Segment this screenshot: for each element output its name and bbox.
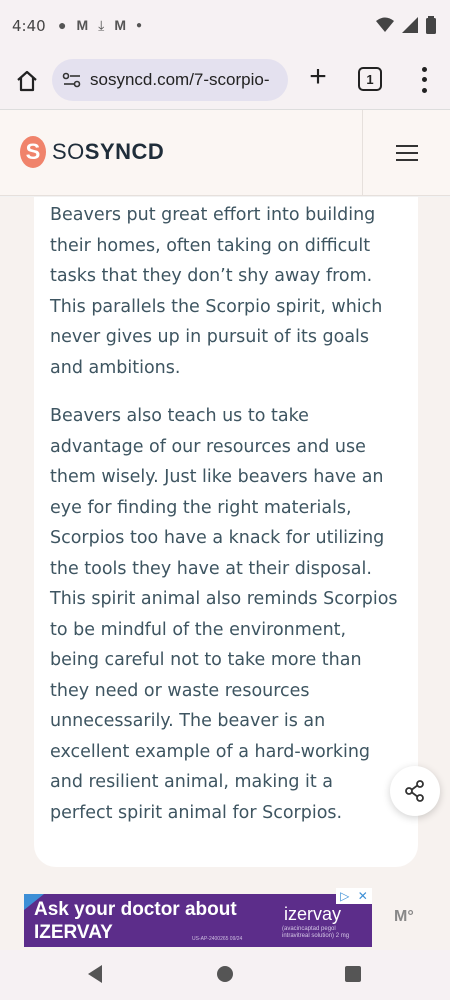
share-button[interactable] xyxy=(390,766,440,816)
browser-toolbar: sosyncd.com/7-scorpio- + 1 xyxy=(0,54,450,110)
url-text[interactable]: sosyncd.com/7-scorpio- xyxy=(90,70,284,90)
home-icon xyxy=(17,70,37,92)
site-logo[interactable]: S SOSYNCD xyxy=(20,136,164,168)
site-header: S SOSYNCD xyxy=(0,110,450,196)
ad-headline: Ask your doctor about xyxy=(34,899,237,920)
new-tab-button[interactable]: + xyxy=(302,62,334,94)
gmail-icon: M xyxy=(76,17,89,33)
dot-icon: ● xyxy=(136,20,143,31)
ad-banner[interactable]: Ask your doctor about IZERVAY izervay (a… xyxy=(24,894,372,947)
more-dot xyxy=(421,77,427,83)
status-bar: 4:40 ● M ⤓ M ● xyxy=(0,0,450,54)
ad-close-icon[interactable]: ✕ xyxy=(358,889,368,903)
ad-choices-button[interactable]: ▷ ✕ xyxy=(336,888,372,904)
ad-code: US-AP-2400265 09/24 xyxy=(192,936,243,942)
gmail-icon: M xyxy=(114,17,127,33)
logo-text-so: SO xyxy=(52,139,85,164)
more-dot xyxy=(421,88,427,94)
signal-icon xyxy=(402,17,418,33)
more-options-button[interactable] xyxy=(412,64,436,96)
system-icons xyxy=(376,16,436,34)
hamburger-icon xyxy=(395,145,418,161)
ad-brand-subtitle: (avacincaptad pegol intravitreal solutio… xyxy=(282,926,350,939)
notification-icons: ● M ⤓ M ● xyxy=(58,17,142,35)
download-icon: ⤓ xyxy=(98,17,105,33)
system-nav-bar xyxy=(0,950,450,1000)
tab-switcher-button[interactable]: 1 xyxy=(358,67,382,91)
wifi-icon xyxy=(376,17,394,32)
article-body: Beavers put great effort into building t… xyxy=(50,200,400,846)
ad-product-name: IZERVAY xyxy=(34,922,113,943)
ad-brand: izervay xyxy=(284,904,342,924)
logo-text: SOSYNCD xyxy=(52,139,164,165)
ad-side-logo: M° xyxy=(394,908,414,925)
logo-mark-icon: S xyxy=(20,136,46,168)
ad-container: Ask your doctor about IZERVAY izervay (a… xyxy=(0,886,450,950)
logo-text-sync: SYNCD xyxy=(84,139,165,164)
ad-choices-icon: ▷ xyxy=(340,889,350,903)
chat-icon: ● xyxy=(58,17,67,33)
battery-icon xyxy=(426,16,436,34)
home-nav-button-icon[interactable] xyxy=(217,966,233,982)
url-bar[interactable]: sosyncd.com/7-scorpio- xyxy=(52,59,288,101)
share-icon xyxy=(405,780,424,802)
site-settings-icon[interactable] xyxy=(62,72,82,88)
hamburger-menu-button[interactable] xyxy=(362,110,450,196)
article-paragraph: Beavers also teach us to take advantage … xyxy=(50,406,398,823)
more-dot xyxy=(421,66,427,72)
recents-button-icon[interactable] xyxy=(345,966,361,982)
article-paragraph: Beavers put great effort into building t… xyxy=(50,205,383,378)
back-button-icon[interactable] xyxy=(88,965,102,983)
status-time: 4:40 xyxy=(12,17,46,35)
home-button[interactable] xyxy=(12,66,42,96)
